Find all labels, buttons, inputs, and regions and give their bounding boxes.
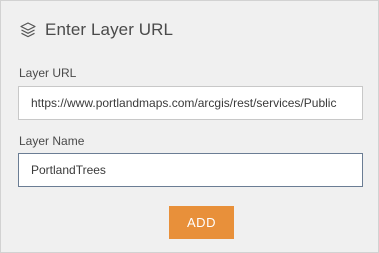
layer-name-label: Layer Name (19, 134, 85, 148)
layer-url-input[interactable] (18, 86, 363, 120)
panel-header: Enter Layer URL (19, 20, 173, 40)
layer-name-input[interactable] (18, 153, 363, 187)
add-layer-panel: Enter Layer URL Layer URL Layer Name ADD (0, 0, 379, 253)
layer-url-label: Layer URL (19, 66, 77, 80)
add-button[interactable]: ADD (169, 206, 234, 239)
panel-title: Enter Layer URL (45, 20, 174, 39)
layers-icon (19, 21, 37, 39)
